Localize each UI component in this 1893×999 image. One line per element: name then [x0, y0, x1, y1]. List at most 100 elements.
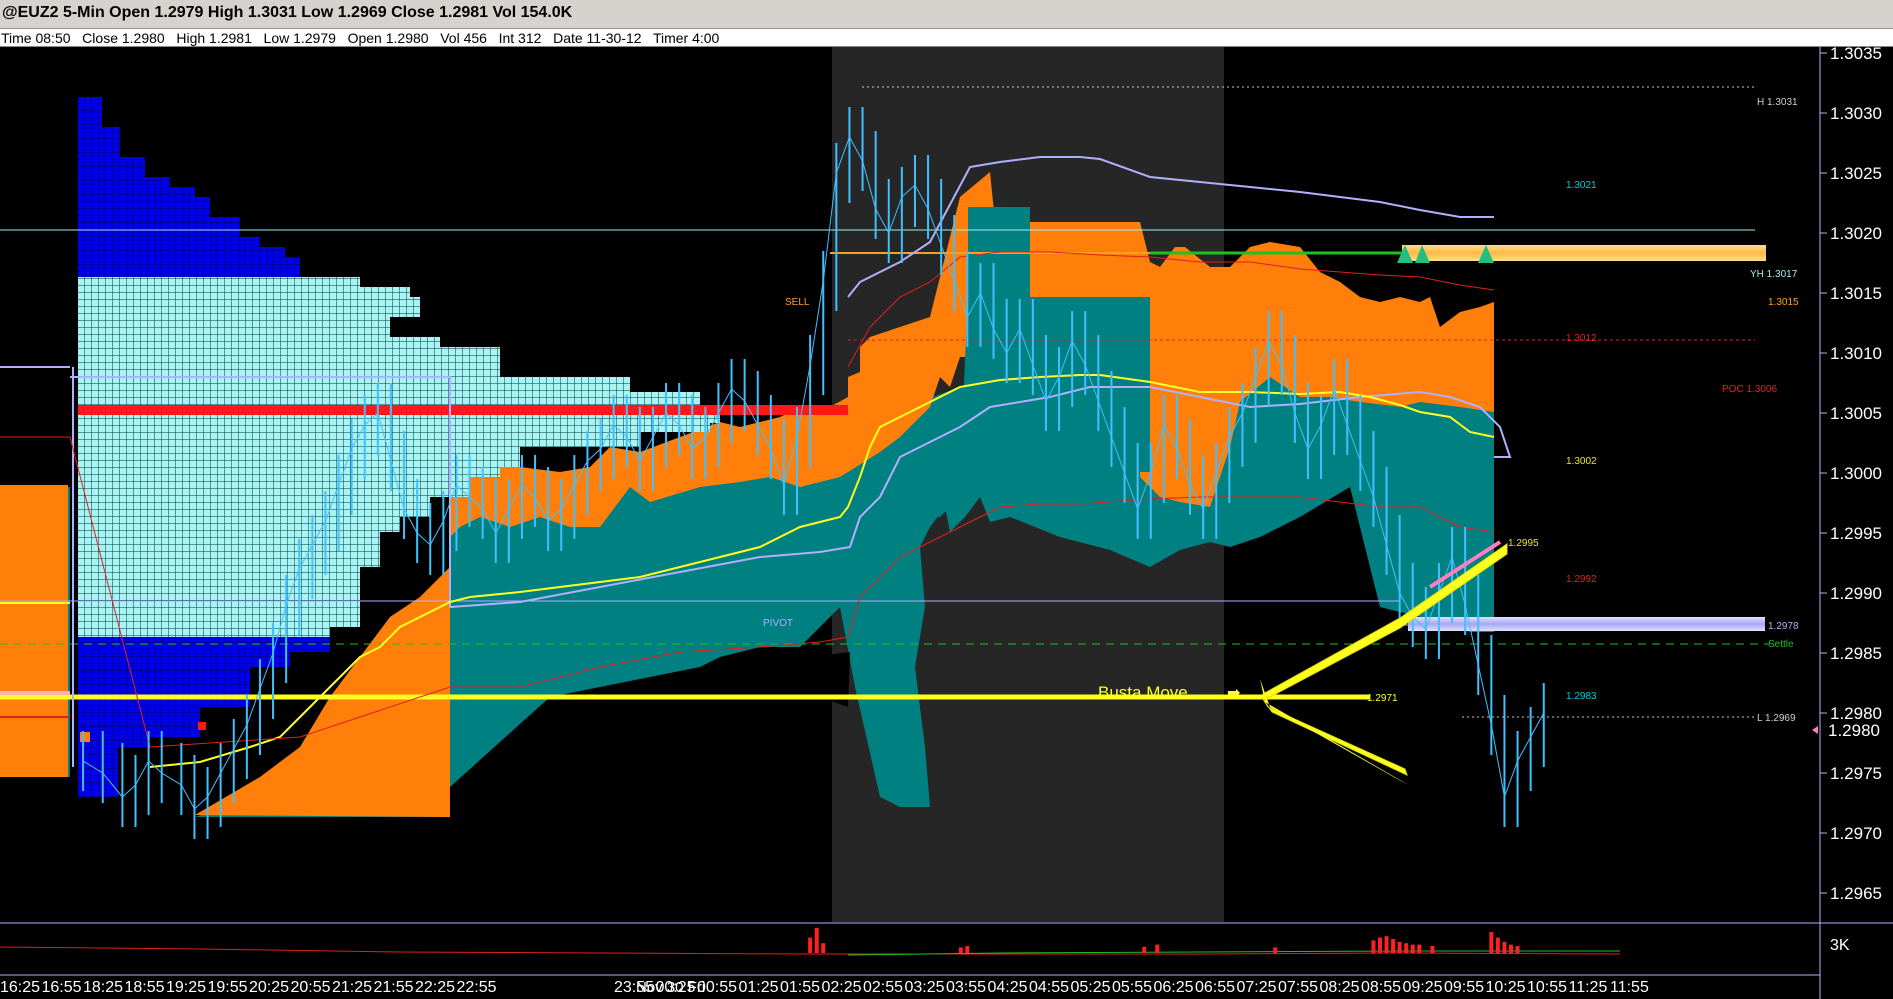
- series-label-1-3002: 1.3002: [1566, 456, 1597, 467]
- volume-bar: [1509, 944, 1513, 953]
- x-tick-label: 02:25: [822, 979, 862, 996]
- price-axis[interactable]: 1.3035 1.3030 1.3025 1.3020 1.3015 1.3010 1.30…: [1820, 47, 1882, 903]
- volume-bar: [808, 937, 813, 953]
- sell-zone-band: [1402, 245, 1766, 261]
- level-label-settle: Settle: [1768, 639, 1794, 650]
- series-label-1-3021: 1.3021: [1566, 180, 1597, 191]
- price-chart[interactable]: Busta Move ➡ H 1.3031 YH 1.3017 SELL 1.3…: [0, 47, 1893, 999]
- y-tick-label: 1.3030: [1830, 104, 1882, 123]
- volume-bar: [1404, 943, 1409, 953]
- x-tick-label: 08:25: [1320, 979, 1360, 996]
- level-label-1-2971: 1.2971: [1367, 693, 1398, 704]
- volume-bar: [1384, 936, 1389, 953]
- chart-window: @EUZ2 5-Min Open 1.2979 High 1.3031 Low …: [0, 0, 1893, 999]
- sell-tag-label: SELL: [785, 297, 810, 308]
- level-label-high: H 1.3031: [1757, 97, 1798, 108]
- volume-bar: [965, 946, 970, 953]
- busta-move-label: Busta Move: [1098, 683, 1188, 702]
- x-tick-label: 21:25: [332, 979, 372, 996]
- y-tick-label: 1.3035: [1830, 47, 1882, 63]
- volume-bar: [1155, 944, 1160, 953]
- y-tick-label: 1.2985: [1830, 644, 1882, 663]
- current-price-marker: 1.2980: [1812, 720, 1893, 740]
- y-tick-label: 1.2990: [1830, 584, 1882, 603]
- y-tick-label: 1.3020: [1830, 224, 1882, 243]
- level-label-yh: YH 1.3017: [1750, 269, 1798, 280]
- x-tick-label: 08:55: [1361, 979, 1401, 996]
- volume-bar: [1515, 946, 1520, 953]
- volume-bar: [1378, 937, 1382, 953]
- y-tick-label: 1.3015: [1830, 284, 1882, 303]
- y-tick-label: 1.2970: [1830, 824, 1882, 843]
- y-tick-label: 1.3000: [1830, 464, 1882, 483]
- x-tick-label: 02:55: [863, 979, 903, 996]
- volume-scale-label: 3K: [1830, 937, 1850, 954]
- volume-bar: [1273, 947, 1278, 953]
- chart-title: @EUZ2 5-Min Open 1.2979 High 1.3031 Low …: [2, 4, 573, 21]
- x-tick-label: 03:55: [946, 979, 986, 996]
- x-tick-label: 21:55: [374, 979, 414, 996]
- x-tick-label: 01:55: [780, 979, 820, 996]
- y-tick-label: 1.3010: [1830, 344, 1882, 363]
- x-tick-label: 07:25: [1237, 979, 1277, 996]
- volume-bar: [1391, 939, 1396, 953]
- y-tick-label: 1.2975: [1830, 764, 1882, 783]
- x-tick-label: 09:25: [1403, 979, 1443, 996]
- x-tick-label: 11:55: [1610, 979, 1649, 996]
- x-tick-label: 19:55: [208, 979, 248, 996]
- x-tick-label: 20:55: [291, 979, 331, 996]
- level-label-pivot: PIVOT: [763, 618, 793, 629]
- x-tick-label: 07:55: [1278, 979, 1318, 996]
- volume-bar: [821, 943, 826, 953]
- time-axis[interactable]: 16:25 16:55 18:25 18:55 19:25 19:55 20:25 20:55…: [0, 979, 1649, 996]
- x-tick-label: 05:25: [1071, 979, 1111, 996]
- series-label-1-2983: 1.2983: [1566, 691, 1597, 702]
- series-label-1-2992: 1.2992: [1566, 574, 1597, 585]
- level-label-poc: POC 1.3006: [1722, 384, 1777, 395]
- y-tick-label: 1.2965: [1830, 884, 1882, 903]
- y-tick-label: 1.2995: [1830, 524, 1882, 543]
- volume-bar: [958, 947, 963, 953]
- x-tick-label: 16:25: [0, 979, 40, 996]
- x-tick-label: 06:25: [1154, 979, 1194, 996]
- title-bar: @EUZ2 5-Min Open 1.2979 High 1.3031 Low …: [0, 0, 1893, 29]
- x-tick-label: 18:25: [83, 979, 123, 996]
- volume-bar: [1495, 937, 1500, 953]
- volume-bar: [1430, 946, 1435, 953]
- x-tick-label: 05:55: [1112, 979, 1152, 996]
- level-label-pivot-price: 1.2978: [1768, 621, 1799, 632]
- x-tick-label: 06:55: [1195, 979, 1235, 996]
- x-tick-label: 22:55: [457, 979, 497, 996]
- x-tick-label: 10:25: [1486, 979, 1526, 996]
- volume-bar: [1397, 941, 1402, 953]
- data-window-bar: Time 08:50 Close 1.2980 High 1.2981 Low …: [0, 29, 1893, 47]
- x-tick-label: 18:55: [125, 979, 165, 996]
- series-label-1-2995: 1.2995: [1508, 538, 1539, 549]
- y-tick-label: 1.3025: [1830, 164, 1882, 183]
- x-tick-label: 03:25: [905, 979, 945, 996]
- x-tick-label: 22:25: [415, 979, 455, 996]
- date-label: Nov 30 Fri: [636, 979, 705, 996]
- current-price-label: 1.2980: [1828, 721, 1880, 740]
- arrow-right-icon: ➡: [1227, 683, 1240, 702]
- x-tick-label: 09:55: [1444, 979, 1484, 996]
- x-tick-label: 10:55: [1527, 979, 1567, 996]
- x-tick-label: 20:25: [249, 979, 289, 996]
- x-tick-label: 01:25: [739, 979, 779, 996]
- level-label-low: L 1.2969: [1757, 713, 1796, 724]
- y-tick-label: 1.3005: [1830, 404, 1882, 423]
- volume-bar: [1417, 944, 1422, 953]
- bar-info-text: Time 08:50 Close 1.2980 High 1.2981 Low …: [1, 30, 720, 46]
- x-tick-label: 16:55: [42, 979, 82, 996]
- volume-bar: [1489, 932, 1494, 953]
- x-tick-label: 04:25: [988, 979, 1028, 996]
- x-tick-label: 04:55: [1029, 979, 1069, 996]
- volume-bar: [1371, 940, 1376, 953]
- volume-bar: [1142, 946, 1147, 953]
- volume-bar: [1410, 944, 1415, 953]
- x-tick-label: 19:25: [166, 979, 206, 996]
- level-label-sell-price: 1.3015: [1768, 297, 1799, 308]
- volume-bar: [1502, 941, 1507, 953]
- x-tick-label: 11:25: [1569, 979, 1608, 996]
- pivot-zone-band: [1408, 617, 1765, 631]
